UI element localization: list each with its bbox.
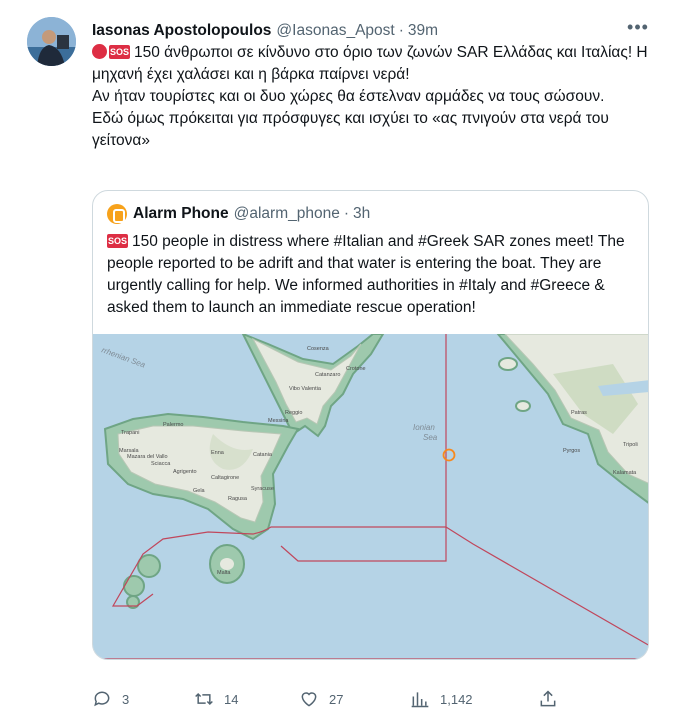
- tweet-paragraph-1: SOS 150 άνθρωποι σε κίνδυνο στο όριο των …: [92, 42, 652, 86]
- alarm-phone-avatar: [107, 204, 127, 224]
- tweet-line-1: 150 άνθρωποι σε κίνδυνο στο όριο των ζων…: [92, 44, 648, 83]
- island-buffer-2: [123, 575, 145, 597]
- tweet-time[interactable]: 39m: [408, 22, 438, 40]
- tweet[interactable]: Iasonas Apostolopoulos @Iasonas_Apost · …: [0, 0, 674, 722]
- share-icon: [540, 690, 556, 707]
- sos-emoji-icon: SOS: [109, 45, 131, 59]
- place-gela: Gela: [193, 488, 206, 494]
- separator: ·: [398, 22, 404, 39]
- sar-zones-map: rrhenian Sea Ionian Sea Cosenza Crotone …: [93, 332, 648, 659]
- retweet-button[interactable]: 14: [194, 686, 238, 712]
- tweet-header: Iasonas Apostolopoulos @Iasonas_Apost · …: [92, 20, 634, 42]
- avatar[interactable]: [27, 17, 76, 66]
- quoted-tweet-text: SOS 150 people in distress where #Italian…: [107, 231, 637, 319]
- place-crotone: Crotone: [346, 366, 366, 372]
- reply-button[interactable]: 3: [92, 686, 129, 712]
- quoted-text-content: 150 people in distress where #Italian an…: [107, 233, 625, 316]
- place-catania: Catania: [253, 452, 273, 458]
- retweet-icon: [195, 692, 213, 706]
- tweet-line-3: Εδώ όμως πρόκειται για πρόσφυγες και ισχ…: [92, 110, 609, 149]
- place-caltagirone: Caltagirone: [211, 475, 239, 481]
- place-cosenza: Cosenza: [307, 346, 330, 352]
- place-patras: Patras: [571, 410, 587, 416]
- place-tripoli: Tripoli: [623, 442, 638, 448]
- red-circle-emoji-icon: [92, 44, 107, 59]
- share-button[interactable]: [538, 686, 568, 712]
- like-button[interactable]: 27: [299, 686, 343, 712]
- island-buffer-1: [137, 554, 161, 578]
- malta-land: [220, 558, 234, 570]
- place-enna: Enna: [211, 450, 225, 456]
- avatar-photo: [27, 17, 76, 66]
- quoted-author-handle: @alarm_phone: [233, 205, 340, 222]
- sos-emoji-icon: SOS: [107, 234, 129, 248]
- quoted-tweet-header: Alarm Phone @alarm_phone · 3h: [107, 203, 370, 225]
- more-options-icon[interactable]: •••: [624, 18, 652, 42]
- retweet-count: 14: [224, 691, 239, 707]
- like-count: 27: [329, 691, 344, 707]
- place-messina: Messina: [268, 418, 289, 424]
- place-malta: Malta: [217, 570, 231, 576]
- tweet-line-2: Αν ήταν τουρίστες και οι δυο χώρες θα έσ…: [92, 88, 605, 105]
- place-vibo: Vibo Valentia: [289, 386, 322, 392]
- place-ragusa: Ragusa: [228, 496, 248, 502]
- place-kalamata: Kalamata: [613, 470, 637, 476]
- author-name[interactable]: Iasonas Apostolopoulos: [92, 22, 271, 40]
- reply-count: 3: [122, 691, 130, 707]
- place-pyrgos: Pyrgos: [563, 448, 580, 454]
- map-image[interactable]: rrhenian Sea Ionian Sea Cosenza Crotone …: [93, 332, 648, 659]
- place-agrigento: Agrigento: [173, 469, 197, 475]
- ionian-sea-label-1: Ionian: [413, 423, 435, 432]
- tweet-actions: 3 14 27 1,142: [92, 686, 572, 712]
- place-catanzaro: Catanzaro: [315, 372, 340, 378]
- zakynthos: [515, 400, 531, 412]
- views-icon: [411, 692, 429, 708]
- place-siracusa: Syracuse: [251, 486, 274, 492]
- heart-icon: [301, 692, 317, 707]
- separator: ·: [343, 205, 349, 222]
- place-trapani: Trapani: [121, 430, 139, 436]
- quoted-tweet-time: 3h: [353, 205, 371, 222]
- kefalonia: [498, 357, 518, 371]
- quoted-author-name: Alarm Phone: [133, 205, 229, 222]
- author-handle[interactable]: @Iasonas_Apost: [276, 22, 394, 40]
- place-sciacca: Sciacca: [151, 461, 171, 467]
- place-reggio: Reggio: [285, 410, 302, 416]
- ionian-sea-label-2: Sea: [423, 433, 438, 442]
- place-palermo: Palermo: [163, 422, 183, 428]
- tweet-text: SOS 150 άνθρωποι σε κίνδυνο στο όριο των …: [92, 42, 652, 152]
- place-mazara: Mazara del Vallo: [127, 454, 168, 460]
- quoted-tweet[interactable]: Alarm Phone @alarm_phone · 3h SOS 150 peo…: [92, 190, 649, 660]
- reply-icon: [94, 691, 110, 707]
- views-button[interactable]: 1,142: [410, 686, 473, 712]
- views-count: 1,142: [440, 691, 473, 707]
